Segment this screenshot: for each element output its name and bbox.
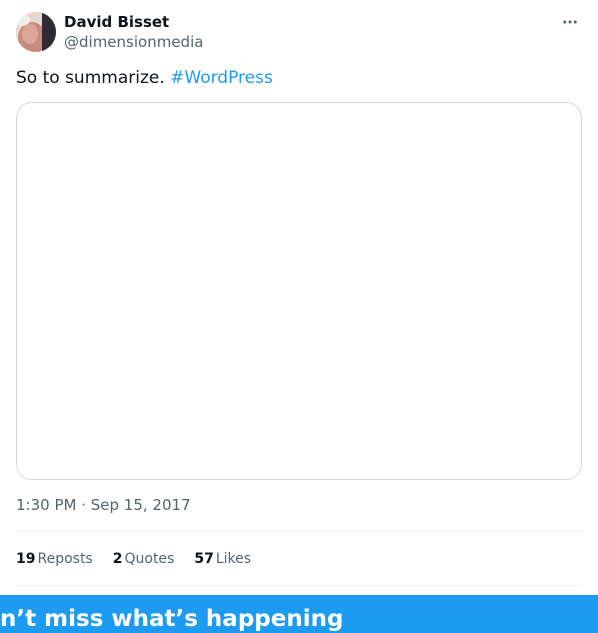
avatar[interactable] xyxy=(16,12,56,52)
hashtag-link[interactable]: #WordPress xyxy=(170,68,273,88)
banner-headline: n’t miss what’s happening xyxy=(0,606,344,632)
avatar-image xyxy=(16,12,56,52)
tweet-timestamp[interactable]: 1:30 PM · Sep 15, 2017 xyxy=(16,494,191,516)
tweet-body: So to summarize. xyxy=(16,68,165,88)
more-horizontal-icon xyxy=(563,20,577,24)
reposts-stat[interactable]: 19 Reposts xyxy=(16,548,93,570)
divider xyxy=(16,531,582,532)
reposts-count: 19 xyxy=(16,551,36,567)
author-names: David Bisset @dimensionmedia xyxy=(64,12,203,52)
likes-stat[interactable]: 57 Likes xyxy=(194,548,251,570)
reposts-label: Reposts xyxy=(37,551,93,567)
divider xyxy=(16,585,582,586)
tweet-stats: 19 Reposts 2 Quotes 57 Likes xyxy=(16,548,251,570)
tweet-page: David Bisset @dimensionmedia So to summa… xyxy=(0,0,598,633)
likes-count: 57 xyxy=(194,551,214,567)
author-handle[interactable]: @dimensionmedia xyxy=(64,32,203,52)
media-card[interactable] xyxy=(16,102,582,480)
tweet-header: David Bisset @dimensionmedia xyxy=(16,12,582,52)
tweet-text: So to summarize. #WordPress xyxy=(16,66,273,90)
quotes-stat[interactable]: 2 Quotes xyxy=(113,548,175,570)
likes-label: Likes xyxy=(215,551,252,567)
signup-banner: n’t miss what’s happening xyxy=(0,595,598,633)
quotes-label: Quotes xyxy=(124,551,175,567)
more-options-button[interactable] xyxy=(558,12,582,32)
quotes-count: 2 xyxy=(112,551,123,567)
author-display-name[interactable]: David Bisset xyxy=(64,12,203,32)
